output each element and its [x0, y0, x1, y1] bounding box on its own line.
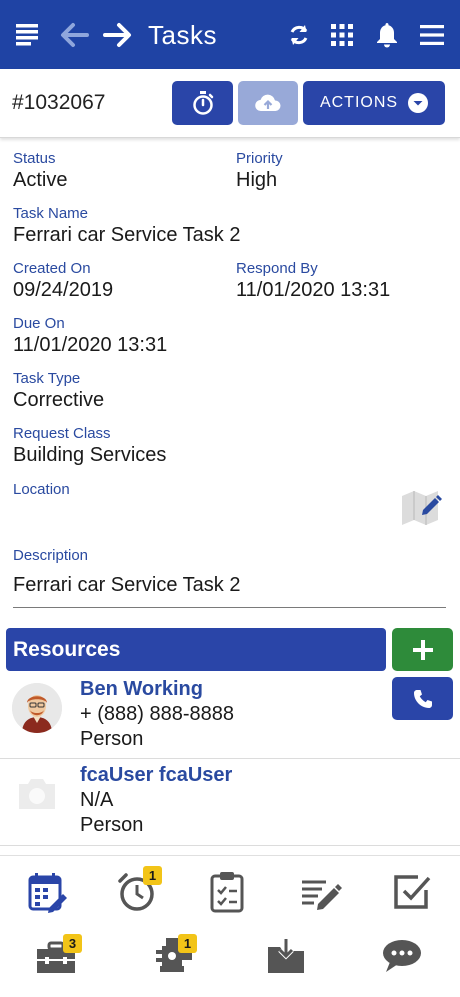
nav-complete[interactable] [382, 864, 442, 920]
plus-icon [412, 639, 433, 660]
chevron-down-icon [408, 93, 429, 113]
add-resource-button[interactable] [392, 628, 453, 671]
status-value: Active [13, 169, 68, 191]
stopwatch-icon [192, 91, 213, 115]
forward-arrow-icon[interactable] [102, 0, 134, 69]
actions-label: ACTIONS [319, 94, 399, 111]
description-label: Description [13, 547, 89, 564]
nav-notes[interactable] [290, 864, 350, 920]
resource-phone: N/A [80, 789, 114, 811]
list-item[interactable]: Ben Working + (888) 888-8888 Person [0, 672, 460, 759]
task-type-label: Task Type [13, 370, 81, 387]
upload-button[interactable] [238, 81, 298, 125]
resource-name[interactable]: Ben Working [80, 678, 203, 701]
location-label: Location [13, 481, 70, 498]
list-item[interactable]: fcaUser fcaUser N/A Person [0, 759, 460, 846]
bell-icon[interactable] [374, 0, 400, 69]
nav-checklist[interactable] [198, 864, 258, 920]
priority-label: Priority [236, 150, 283, 167]
folder-download-icon [268, 939, 304, 973]
task-name-value: Ferrari car Service Task 2 [13, 224, 241, 246]
task-type-value: Corrective [13, 389, 105, 411]
camera-placeholder-icon [16, 776, 58, 812]
task-id: #1032067 [12, 91, 106, 114]
resource-phone: + (888) 888-8888 [80, 703, 235, 725]
top-app-bar: Tasks [0, 0, 460, 69]
due-on-label: Due On [13, 315, 65, 332]
request-class-value: Building Services [13, 444, 167, 466]
parts-badge: 1 [178, 934, 197, 953]
task-name-label: Task Name [13, 205, 89, 222]
respond-by-value: 11/01/2020 13:31 [236, 279, 391, 301]
avatar [12, 683, 62, 733]
sync-icon[interactable] [286, 0, 312, 69]
status-label: Status [13, 150, 56, 167]
created-on-value: 09/24/2019 [13, 279, 114, 301]
created-on-label: Created On [13, 260, 91, 277]
page-title: Tasks [148, 20, 217, 50]
menu-icon[interactable] [418, 0, 446, 69]
nav-documents[interactable] [256, 928, 316, 984]
timer-button[interactable] [172, 81, 233, 125]
calendar-edit-icon [28, 873, 67, 913]
apps-grid-icon[interactable] [330, 0, 354, 69]
call-button[interactable] [392, 677, 453, 720]
nav-chat[interactable] [372, 928, 432, 984]
map-edit-icon[interactable] [400, 488, 446, 528]
description-value: Ferrari car Service Task 2 [13, 574, 241, 596]
chat-bubbles-icon [383, 940, 421, 972]
actions-button[interactable]: ACTIONS [303, 81, 445, 125]
nav-task-details[interactable] [17, 864, 77, 920]
request-class-label: Request Class [13, 425, 111, 442]
cloud-upload-icon [255, 94, 281, 112]
task-id-bar: #1032067 ACTIONS [0, 69, 460, 138]
back-arrow-icon[interactable] [58, 0, 90, 69]
resource-kind: Person [80, 728, 144, 750]
resource-kind: Person [80, 814, 144, 836]
toolbox-badge: 3 [63, 934, 82, 953]
resources-header: Resources [6, 628, 386, 671]
phone-icon [413, 689, 432, 708]
description-underline [13, 607, 446, 608]
clipboard-check-icon [210, 872, 244, 913]
due-on-value: 11/01/2020 13:31 [13, 334, 168, 356]
priority-value: High [236, 169, 278, 191]
list-icon[interactable] [14, 0, 42, 69]
bottom-nav: 1 3 1 [0, 855, 460, 997]
checkbox-icon [394, 875, 431, 909]
respond-by-label: Respond By [236, 260, 318, 277]
notes-edit-icon [302, 880, 342, 910]
timer-badge: 1 [143, 866, 162, 885]
resources-title: Resources [13, 638, 121, 661]
resource-name[interactable]: fcaUser fcaUser [80, 764, 232, 787]
